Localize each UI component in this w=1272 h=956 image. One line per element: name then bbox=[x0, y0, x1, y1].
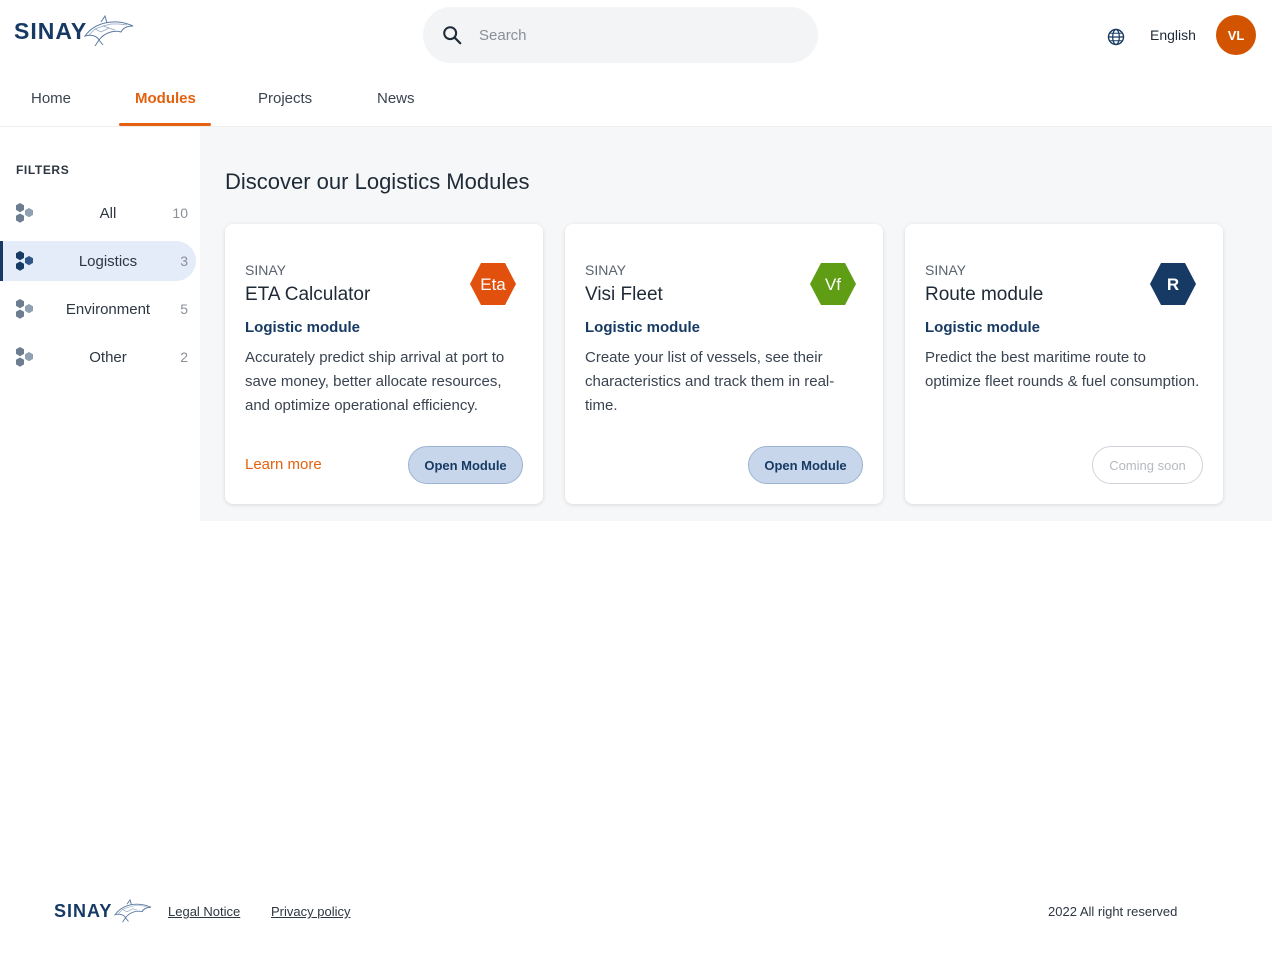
language-selector[interactable]: English bbox=[1150, 27, 1196, 43]
card-title: Route module bbox=[925, 284, 1044, 305]
card-subtitle: Logistic module bbox=[245, 319, 361, 336]
copyright-text: 2022 All right reserved bbox=[1048, 904, 1178, 919]
dolphin-icon bbox=[114, 898, 152, 923]
badge-text: R bbox=[1167, 275, 1179, 294]
search-icon[interactable] bbox=[441, 24, 463, 46]
coming-soon-button: Coming soon bbox=[1092, 446, 1203, 484]
legal-notice-link[interactable]: Legal Notice bbox=[168, 904, 240, 919]
card-description: Accurately predict ship arrival at port … bbox=[245, 349, 505, 414]
open-module-button[interactable]: Open Module bbox=[408, 446, 523, 484]
filter-other[interactable]: Other 2 bbox=[0, 337, 196, 377]
module-card-route: SINAY Route module R Logistic module Pre… bbox=[905, 224, 1223, 504]
card-description: Predict the best maritime route to optim… bbox=[925, 349, 1200, 390]
card-title: ETA Calculator bbox=[245, 284, 371, 305]
globe-icon[interactable] bbox=[1106, 27, 1126, 47]
main-nav-tabs: Home Modules Projects News bbox=[0, 72, 1272, 127]
search-input[interactable] bbox=[479, 26, 779, 44]
filter-count: 10 bbox=[172, 205, 188, 221]
footer-logo-text: SINAY bbox=[54, 900, 113, 921]
tab-home[interactable]: Home bbox=[31, 90, 71, 107]
hexagons-icon bbox=[16, 203, 33, 223]
privacy-policy-link[interactable]: Privacy policy bbox=[271, 904, 350, 919]
footer-sinay-logo[interactable]: SINAY bbox=[54, 898, 154, 924]
filter-logistics[interactable]: Logistics 3 bbox=[0, 241, 196, 281]
route-hexagon-icon: R bbox=[1150, 263, 1196, 305]
vf-hexagon-icon: Vf bbox=[810, 263, 856, 305]
filter-count: 5 bbox=[180, 301, 188, 317]
filter-label: Logistics bbox=[78, 252, 138, 270]
search-bar[interactable] bbox=[423, 7, 818, 63]
open-module-button[interactable]: Open Module bbox=[748, 446, 863, 484]
card-subtitle: Logistic module bbox=[585, 319, 701, 336]
filters-heading: FILTERS bbox=[16, 163, 70, 177]
badge-text: Vf bbox=[825, 275, 841, 294]
filter-environment[interactable]: Environment 5 bbox=[0, 289, 196, 329]
filter-count: 2 bbox=[180, 349, 188, 365]
tab-projects[interactable]: Projects bbox=[258, 90, 312, 107]
page-title: Discover our Logistics Modules bbox=[225, 169, 530, 194]
modules-content: Discover our Logistics Modules SINAY ETA… bbox=[200, 127, 1272, 521]
card-vendor: SINAY bbox=[925, 262, 966, 278]
filter-all[interactable]: All 10 bbox=[0, 193, 196, 233]
card-vendor: SINAY bbox=[245, 262, 286, 278]
user-avatar[interactable]: VL bbox=[1216, 15, 1256, 55]
badge-text: Eta bbox=[480, 275, 506, 294]
hexagons-icon bbox=[16, 251, 33, 271]
active-tab-indicator bbox=[119, 123, 211, 126]
filter-label: Environment bbox=[65, 300, 151, 318]
card-vendor: SINAY bbox=[585, 262, 626, 278]
hexagons-icon bbox=[16, 347, 33, 367]
tab-modules[interactable]: Modules bbox=[135, 90, 196, 107]
eta-hexagon-icon: Eta bbox=[470, 263, 516, 305]
filter-label: Other bbox=[89, 348, 127, 366]
hexagons-icon bbox=[16, 299, 33, 319]
sinay-logo[interactable]: SINAY bbox=[14, 14, 137, 48]
logo-text: SINAY bbox=[14, 17, 88, 44]
module-card-visi-fleet: SINAY Visi Fleet Vf Logistic module Crea… bbox=[565, 224, 883, 504]
filter-count: 3 bbox=[180, 253, 188, 269]
card-subtitle: Logistic module bbox=[925, 319, 1041, 336]
card-title: Visi Fleet bbox=[585, 284, 663, 305]
filters-sidebar: FILTERS All 10 Logistics 3 Environment 5 bbox=[0, 127, 200, 521]
learn-more-link[interactable]: Learn more bbox=[245, 456, 322, 473]
filter-label: All bbox=[99, 204, 117, 222]
dolphin-icon bbox=[83, 14, 134, 47]
header: SINAY English VL bbox=[0, 0, 1272, 72]
module-card-eta: SINAY ETA Calculator Eta Logistic module… bbox=[225, 224, 543, 504]
card-description: Create your list of vessels, see their c… bbox=[585, 349, 835, 414]
tab-news[interactable]: News bbox=[377, 90, 415, 107]
